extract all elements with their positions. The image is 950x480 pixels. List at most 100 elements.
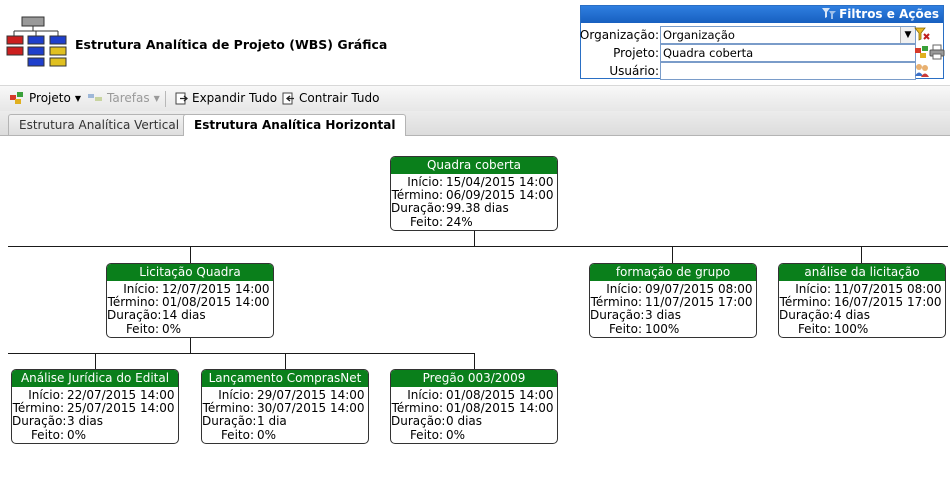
node-field-feito: Feito: 100% — [779, 321, 945, 336]
wbs-node-quadra-coberta[interactable]: Quadra coberta Início: 15/04/2015 14:00 Tér… — [390, 156, 558, 231]
node-field-label: Duração: — [107, 308, 162, 323]
usuario-row: Usuário: — [581, 62, 943, 80]
connector-line — [8, 353, 474, 354]
node-details: Início: 09/07/2015 08:00 Término: 11/07/201… — [590, 281, 756, 336]
wbs-node-licitacao-quadra[interactable]: Licitação Quadra Início: 12/07/2015 14:00 T… — [106, 263, 274, 338]
node-details: Início: 22/07/2015 14:00 Término: 25/07/201… — [12, 387, 178, 442]
node-field-value: 99.38 dias — [446, 201, 509, 216]
connector-line — [285, 353, 286, 369]
wbs-node-analise-juridica[interactable]: Análise Jurídica do Edital Início: 22/07/2… — [11, 369, 179, 444]
node-field-label: Duração: — [391, 414, 446, 429]
node-field-label: Feito: — [409, 214, 443, 229]
wbs-node-formacao-de-grupo[interactable]: formação de grupo Início: 09/07/2015 08:00… — [589, 263, 757, 338]
node-field-value: 0% — [162, 321, 182, 336]
connector-line — [474, 353, 475, 369]
node-title: Pregão 003/2009 — [391, 370, 557, 387]
node-details: Início: 15/04/2015 14:00 Término: 06/09/201… — [391, 174, 557, 229]
connector-line — [474, 231, 475, 246]
node-field-value: 0 dias — [446, 414, 483, 429]
node-field-duracao: Duração: 3 dias — [590, 309, 756, 322]
node-field-label: Feito: — [30, 427, 64, 442]
node-title: análise da licitação — [779, 264, 945, 281]
node-field-duracao: Duração: 1 dia — [202, 415, 368, 428]
chevron-down-icon[interactable]: ▼ — [900, 27, 915, 43]
projeto-label: Projeto: — [613, 46, 659, 60]
tab-estrutura-vertical[interactable]: Estrutura Analítica Vertical — [8, 114, 191, 135]
expand-icon — [175, 92, 188, 104]
wbs-logo-icon — [6, 14, 72, 70]
node-field-value: 3 dias — [67, 414, 104, 429]
node-field-feito: Feito: 24% — [391, 214, 557, 229]
wbs-node-lancamento-comprasnet[interactable]: Lançamento ComprasNet Início: 29/07/2015 1… — [201, 369, 369, 444]
node-field-value: 0% — [67, 427, 87, 442]
projeto-row: Projeto: Quadra coberta — [581, 44, 945, 62]
node-field-value: 100% — [645, 321, 680, 336]
connector-line — [95, 353, 96, 369]
organizacao-row: Organização: Organização ▼ — [580, 26, 943, 44]
organizacao-select[interactable]: Organização ▼ — [660, 26, 916, 44]
usuario-field[interactable] — [660, 62, 916, 80]
node-title: Licitação Quadra — [107, 264, 273, 281]
node-title: Quadra coberta — [391, 157, 557, 174]
filters-title: Filtros e Ações — [839, 7, 939, 21]
chevron-down-icon: ▼ — [74, 93, 81, 103]
wbs-node-analise-da-licitacao[interactable]: análise da licitação Início: 11/07/2015 08… — [778, 263, 946, 338]
contrair-tudo-label: Contrair Tudo — [299, 91, 380, 105]
node-field-feito: Feito: 0% — [391, 427, 557, 442]
projeto-menu-label: Projeto — [29, 91, 71, 105]
wbs-canvas: Quadra coberta Início: 15/04/2015 14:00 Tér… — [0, 136, 950, 480]
node-field-feito: Feito: 0% — [202, 427, 368, 442]
node-field-value: 0% — [446, 427, 466, 442]
wbs-node-pregao[interactable]: Pregão 003/2009 Início: 01/08/2015 14:00 Té… — [390, 369, 558, 444]
node-field-value: 1 dia — [257, 414, 287, 429]
connector-line — [190, 338, 191, 353]
connector-line — [8, 246, 948, 247]
view-tabs: Estrutura Analítica Vertical Estrutura A… — [0, 111, 950, 136]
expandir-tudo-button[interactable]: Expandir Tudo — [175, 91, 277, 105]
page-title: Estrutura Analítica de Projeto (WBS) Grá… — [75, 37, 388, 52]
clear-filter-icon[interactable] — [914, 26, 930, 42]
node-field-value: 3 dias — [645, 308, 682, 323]
connector-line — [672, 246, 673, 263]
node-field-value: 24% — [446, 214, 473, 229]
node-details: Início: 12/07/2015 14:00 Término: 01/08/201… — [107, 281, 273, 336]
chevron-down-icon: ▼ — [153, 93, 160, 103]
node-field-label: Duração: — [202, 414, 257, 429]
node-details: Início: 11/07/2015 08:00 Término: 16/07/201… — [779, 281, 945, 336]
projeto-field[interactable]: Quadra coberta — [660, 44, 916, 62]
node-field-label: Duração: — [391, 201, 446, 216]
node-field-duracao: Duração: 99.38 dias — [391, 202, 557, 215]
node-field-feito: Feito: 100% — [590, 321, 756, 336]
node-field-label: Duração: — [779, 308, 834, 323]
node-field-label: Feito: — [797, 321, 831, 336]
printer-icon[interactable] — [929, 44, 945, 60]
filter-funnel-icon — [822, 7, 837, 19]
node-details: Início: 01/08/2015 14:00 Término: 01/08/201… — [391, 387, 557, 442]
node-details: Início: 29/07/2015 14:00 Término: 30/07/201… — [202, 387, 368, 442]
projeto-menu-button[interactable]: Projeto ▼ — [10, 91, 81, 105]
node-field-duracao: Duração: 0 dias — [391, 415, 557, 428]
node-field-duracao: Duração: 3 dias — [12, 415, 178, 428]
connector-line — [190, 246, 191, 263]
tasks-icon — [88, 94, 102, 101]
filters-panel: Filtros e Ações Organização: Organização… — [580, 5, 945, 80]
node-title: formação de grupo — [590, 264, 756, 281]
tarefas-menu-button[interactable]: Tarefas ▼ — [88, 91, 160, 105]
node-title: Lançamento ComprasNet — [202, 370, 368, 387]
node-field-label: Feito: — [409, 427, 443, 442]
project-icon — [10, 92, 23, 104]
toolbar-divider — [165, 91, 166, 107]
node-field-value: 14 dias — [162, 308, 206, 323]
usuario-label: Usuário: — [609, 64, 659, 78]
select-users-icon[interactable] — [914, 62, 930, 78]
node-field-value: 0% — [257, 427, 277, 442]
node-field-duracao: Duração: 14 dias — [107, 309, 273, 322]
toolbar: Projeto ▼ Tarefas ▼ Expandir Tudo Contra… — [0, 85, 950, 112]
node-field-label: Feito: — [608, 321, 642, 336]
select-project-icon[interactable] — [914, 44, 930, 60]
expandir-tudo-label: Expandir Tudo — [192, 91, 278, 105]
contrair-tudo-button[interactable]: Contrair Tudo — [282, 91, 379, 105]
tab-estrutura-horizontal[interactable]: Estrutura Analítica Horizontal — [183, 114, 407, 136]
node-field-feito: Feito: 0% — [12, 427, 178, 442]
connector-line — [861, 246, 862, 263]
